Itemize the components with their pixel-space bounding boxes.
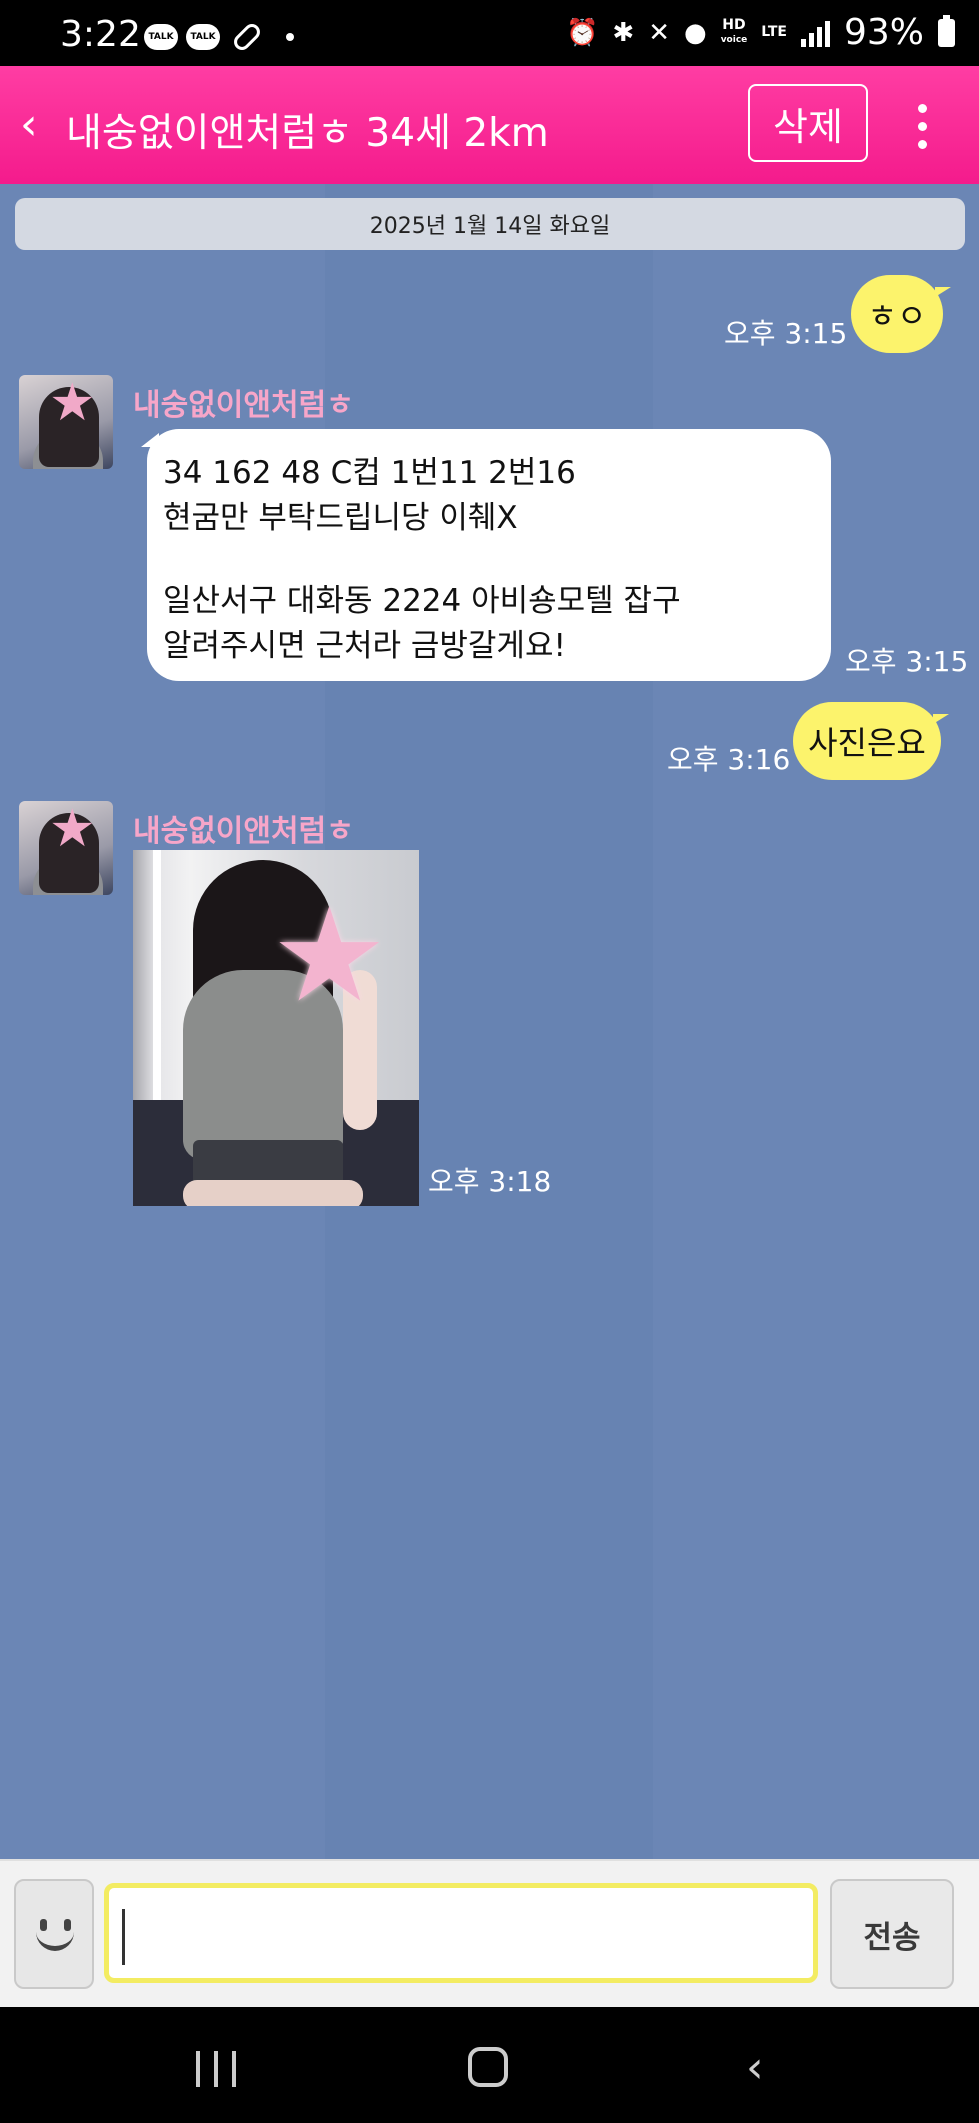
star-balloon-icon: ★: [271, 879, 388, 1031]
chat-header: ‹ 내숭없이앤처럼ㅎ 34세 2km 삭제: [0, 66, 979, 184]
sender-name: 내숭없이앤처럼ㅎ: [133, 814, 354, 849]
message-line: 34 162 48 C컵 1번11 2번16: [163, 455, 576, 491]
my-message-bubble[interactable]: ㅎㅇ: [851, 275, 951, 353]
notification-icons: TALK TALK: [144, 20, 294, 54]
sender-avatar[interactable]: ★: [19, 801, 113, 895]
message-time: 오후 3:16: [667, 743, 791, 776]
message-line: 현굼만 부탁드립니당 이췌X: [163, 500, 518, 536]
their-message-bubble[interactable]: 34 162 48 C컵 1번11 2번16 현굼만 부탁드립니당 이췌X 일산…: [141, 429, 831, 681]
system-status-icons: ⏰ ✱ ✕ ● HD voice LTE 93%: [566, 12, 955, 53]
delete-button[interactable]: 삭제: [748, 84, 868, 162]
location-icon: ●: [684, 17, 707, 48]
pill-icon: [230, 20, 264, 54]
battery-percent: 93%: [843, 12, 924, 53]
lte-icon: LTE: [761, 24, 787, 40]
message-line: 알려주시면 근처라 금방갈게요!: [163, 628, 566, 664]
mute-icon: ✕: [648, 17, 670, 48]
sender-avatar[interactable]: ★: [19, 375, 113, 469]
send-button[interactable]: 전송: [830, 1879, 954, 1989]
message-input[interactable]: [104, 1883, 818, 1983]
navigation-bar: ‹: [0, 2007, 979, 2123]
sender-name: 내숭없이앤처럼ㅎ: [133, 388, 354, 423]
kakaotalk-notification-icon: TALK: [144, 24, 178, 50]
alarm-icon: ⏰: [566, 17, 599, 48]
status-bar: 3:22 TALK TALK ⏰ ✱ ✕ ● HD voice LTE 93%: [0, 0, 979, 66]
kakaotalk-notification-icon: TALK: [186, 24, 220, 50]
chat-title: 내숭없이앤처럼ㅎ 34세 2km: [66, 111, 549, 156]
message-input-bar: 전송: [0, 1859, 979, 2007]
signal-icon: [800, 19, 830, 47]
more-notifications-dot-icon: [286, 33, 294, 41]
hd-voice-icon: HD voice: [720, 16, 748, 45]
photo-message[interactable]: ★: [133, 850, 419, 1206]
text-caret: [122, 1909, 125, 1965]
battery-icon: [938, 14, 955, 47]
back-button[interactable]: ‹: [20, 100, 60, 150]
chat-area[interactable]: 2025년 1월 14일 화요일 오후 3:15 ㅎㅇ ★ 내숭없이앤처럼ㅎ 3…: [0, 184, 979, 1859]
emoji-button[interactable]: [14, 1879, 94, 1989]
bluetooth-icon: ✱: [612, 17, 635, 48]
recent-apps-button[interactable]: [196, 2051, 236, 2087]
home-button[interactable]: [468, 2047, 508, 2087]
status-time: 3:22: [60, 14, 141, 55]
message-time: 오후 3:15: [724, 317, 848, 350]
more-options-icon[interactable]: [900, 90, 944, 162]
my-message-bubble[interactable]: 사진은요: [793, 702, 949, 780]
nav-back-button[interactable]: ‹: [746, 2046, 776, 2090]
message-line: 일산서구 대화동 2224 아비숑모텔 잡구: [163, 583, 681, 619]
message-time: 오후 3:15: [845, 645, 969, 678]
message-time: 오후 3:18: [428, 1165, 552, 1198]
date-divider: 2025년 1월 14일 화요일: [15, 198, 965, 250]
